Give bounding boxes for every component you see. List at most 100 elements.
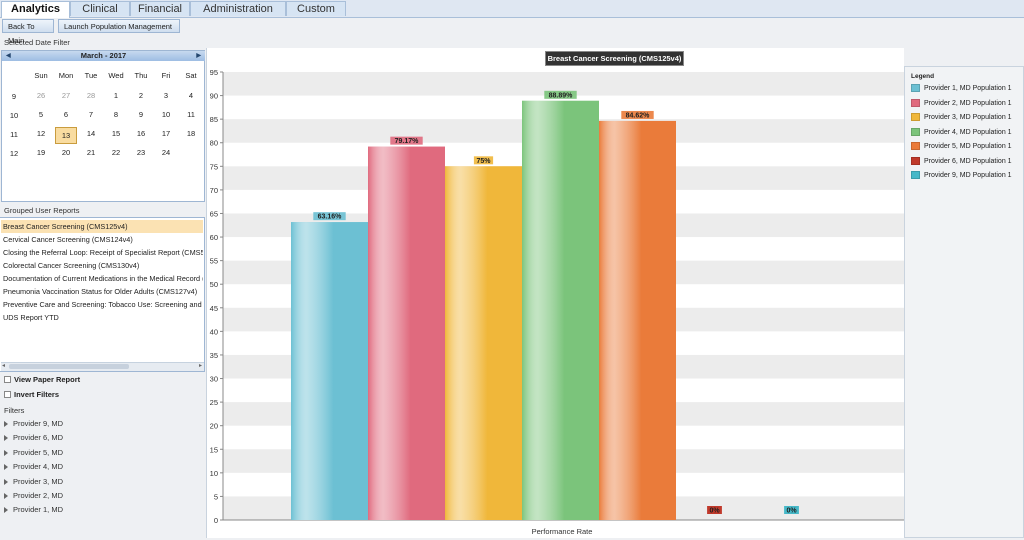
calendar-day[interactable]: 15 [105,127,127,141]
filter-provider-item[interactable]: Provider 6, MD [4,433,63,442]
calendar-day[interactable]: 12 [30,127,52,141]
weekday-header: Tue [84,71,98,80]
prev-month-icon[interactable]: ◀ [6,51,11,61]
view-paper-report-label: View Paper Report [14,375,81,384]
tab-analytics[interactable]: Analytics [1,1,70,18]
expand-arrow-icon[interactable] [4,478,8,485]
calendar-day[interactable]: 4 [180,89,202,103]
y-tick-label: 10 [210,469,218,478]
report-list-item[interactable]: UDS Report YTD [1,311,203,324]
filter-provider-item[interactable]: Provider 4, MD [4,462,63,471]
calendar-day[interactable]: 6 [55,108,77,122]
expand-arrow-icon[interactable] [4,435,8,442]
filter-label: Provider 1, MD [13,505,64,515]
legend-swatch [911,98,920,107]
report-list-item[interactable]: Pneumonia Vaccination Status for Older A… [1,285,203,298]
expand-arrow-icon[interactable] [4,493,8,500]
scrollbar-thumb[interactable] [9,364,129,369]
y-tick-label: 25 [210,398,218,407]
next-month-icon[interactable]: ▶ [196,51,201,61]
chart-title: Breast Cancer Screening (CMS125v4) [545,51,684,66]
report-list-item[interactable]: Closing the Referral Loop: Receipt of Sp… [1,246,203,259]
calendar-month-label: March - 2017 [80,51,127,60]
legend-label: Provider 5, MD Population 1 [924,142,1012,150]
calendar-day[interactable]: 17 [155,127,177,141]
tab-custom[interactable]: Custom [286,1,346,16]
legend-item: Provider 6, MD Population 1 [911,156,1012,165]
chart-legend: Legend Provider 1, MD Population 1 Provid… [904,66,1024,538]
tab-financial[interactable]: Financial [130,1,190,16]
grouped-reports-title: Grouped User Reports [4,206,80,215]
report-list-item[interactable]: Breast Cancer Screening (CMS125v4) [1,220,203,233]
y-tick-label: 15 [210,445,218,454]
calendar-day[interactable]: 8 [105,108,127,122]
toolbar: Back To Main Launch Population Managemen… [0,18,1024,45]
weekday-header: Mon [58,71,74,80]
data-label: 84.62% [626,112,651,119]
expand-arrow-icon[interactable] [4,449,8,456]
y-tick-label: 65 [210,209,218,218]
back-to-main-button[interactable]: Back To Main [2,19,54,45]
calendar-day[interactable]: 22 [105,146,127,160]
expand-arrow-icon[interactable] [4,464,8,471]
filter-provider-item[interactable]: Provider 2, MD [4,491,63,500]
weekday-header: Sat [185,71,197,80]
report-list-item[interactable]: Preventive Care and Screening: Tobacco U… [1,298,203,311]
calendar-day[interactable]: 28 [80,89,102,103]
filter-label: Provider 3, MD [13,476,64,486]
filter-label: Provider 9, MD [13,419,64,428]
reports-horizontal-scrollbar[interactable]: ◂ ▸ [1,362,204,371]
legend-swatch [911,171,920,179]
legend-item: Provider 2, MD Population 1 [911,98,1012,107]
calendar-day[interactable]: 18 [180,127,202,141]
reports-list: Breast Cancer Screening (CMS125v4) Cervic… [0,217,205,372]
report-list-item[interactable]: Documentation of Current Medications in … [1,272,203,285]
calendar-day[interactable]: 9 [130,108,152,122]
y-tick-label: 35 [210,351,218,360]
filter-provider-item[interactable]: Provider 3, MD [4,477,63,486]
scroll-left-icon[interactable]: ◂ [2,362,5,369]
bar [522,100,599,520]
filter-label: Provider 6, MD [13,433,64,443]
calendar-day[interactable]: 13 [55,127,77,144]
report-list-item[interactable]: Cervical Cancer Screening (CMS124v4) [1,233,203,246]
expand-arrow-icon[interactable] [4,507,8,514]
filter-provider-item[interactable]: Provider 9, MD [4,419,63,428]
filter-provider-item[interactable]: Provider 1, MD [4,505,63,514]
calendar-day[interactable]: 19 [30,146,52,160]
legend-swatch [911,113,920,121]
tab-administration[interactable]: Administration [190,1,286,16]
calendar-day[interactable]: 2 [130,89,152,103]
legend-title: Legend [911,73,935,80]
calendar-day[interactable]: 26 [30,89,52,103]
data-label: 75% [476,158,491,165]
invert-filters-checkbox[interactable] [4,391,11,398]
expand-arrow-icon[interactable] [4,421,8,428]
calendar-day[interactable]: 23 [130,146,152,160]
calendar-day[interactable]: 1 [105,89,127,103]
legend-item: Provider 4, MD Population 1 [911,127,1012,136]
filter-provider-item[interactable]: Provider 5, MD [4,448,63,457]
date-filter-label: Selected Date Filter [4,38,70,47]
calendar-day[interactable]: 7 [80,108,102,122]
calendar-day[interactable]: 27 [55,89,77,103]
calendar-day[interactable]: 20 [55,146,77,160]
launch-population-management-button[interactable]: Launch Population Management [58,19,180,33]
filter-label: Provider 2, MD [13,491,64,500]
legend-item: Provider 5, MD Population 1 [911,142,1012,150]
scroll-right-icon[interactable]: ▸ [199,362,202,369]
calendar-day[interactable]: 3 [155,89,177,103]
view-paper-report-checkbox[interactable] [4,376,11,383]
calendar-day[interactable]: 5 [30,108,52,122]
calendar-day[interactable]: 11 [180,108,202,122]
week-number: 11 [10,130,18,139]
report-list-item[interactable]: Colorectal Cancer Screening (CMS130v4) [1,259,203,272]
calendar-day[interactable]: 21 [80,146,102,160]
calendar-day[interactable]: 10 [155,108,177,122]
tab-clinical[interactable]: Clinical [70,1,130,16]
calendar-day[interactable]: 24 [155,146,177,160]
calendar-day[interactable]: 16 [130,127,152,141]
y-tick-label: 80 [210,139,218,148]
module-tab-bar: Analytics Clinical Financial Administration… [0,0,1024,18]
calendar-day[interactable]: 14 [80,127,102,141]
